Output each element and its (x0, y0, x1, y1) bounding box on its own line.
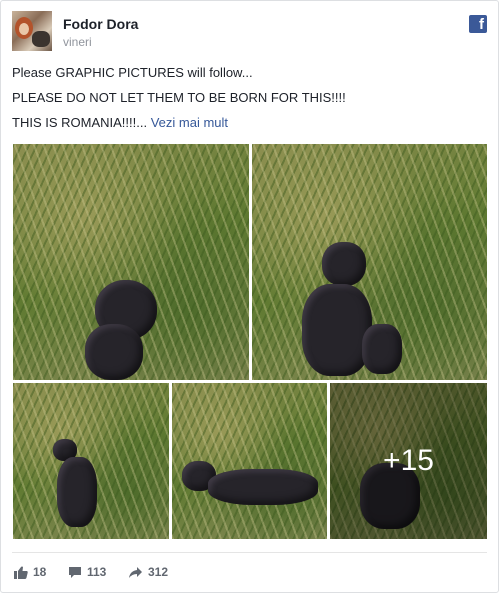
photo-subject-leg (362, 324, 402, 374)
avatar-dog (32, 31, 50, 47)
thumbs-up-icon (14, 566, 28, 579)
post-line: Please GRAPHIC PICTURES will follow... (12, 65, 253, 80)
post-line: PLEASE DO NOT LET THEM TO BE BORN FOR TH… (12, 90, 346, 105)
post-text: Please GRAPHIC PICTURES will follow... P… (12, 66, 482, 141)
see-more-link[interactable]: Vezi mai mult (151, 115, 228, 130)
post-header: Fodor Dora vineri f (12, 11, 487, 55)
photo-subject-body (85, 324, 143, 380)
comment-bubble-icon (69, 566, 81, 578)
post-line-text: THIS IS ROMANIA!!!!... (12, 115, 148, 130)
post-footer: 18 113 312 (12, 552, 487, 591)
comments-value: 113 (87, 565, 107, 579)
post-date[interactable]: vineri (63, 35, 92, 49)
photo-subject-body (302, 284, 372, 376)
comments-count[interactable]: 113 (68, 565, 106, 579)
post-line: THIS IS ROMANIA!!!!... Vezi mai mult (12, 116, 482, 130)
photo-2[interactable] (252, 144, 487, 380)
shares-value: 312 (148, 565, 169, 579)
photo-1[interactable] (13, 144, 249, 380)
facebook-icon[interactable]: f (469, 15, 487, 33)
more-photos-overlay[interactable]: +15 (330, 383, 487, 539)
more-photos-count: +15 (383, 444, 434, 477)
share-arrow-icon (129, 566, 142, 578)
avatar[interactable] (12, 11, 52, 51)
photo-subject-body (208, 469, 318, 505)
shares-count[interactable]: 312 (128, 565, 168, 579)
photo-5[interactable]: +15 (330, 383, 487, 539)
post-card: Fodor Dora vineri f Please GRAPHIC PICTU… (0, 0, 499, 593)
photo-subject-body (57, 457, 97, 527)
photo-4[interactable] (172, 383, 327, 539)
photo-subject-head (322, 242, 366, 286)
photo-3[interactable] (13, 383, 169, 539)
likes-value: 18 (33, 565, 47, 579)
author-name[interactable]: Fodor Dora (63, 16, 138, 32)
likes-count[interactable]: 18 (14, 565, 46, 579)
avatar-face (19, 23, 29, 35)
